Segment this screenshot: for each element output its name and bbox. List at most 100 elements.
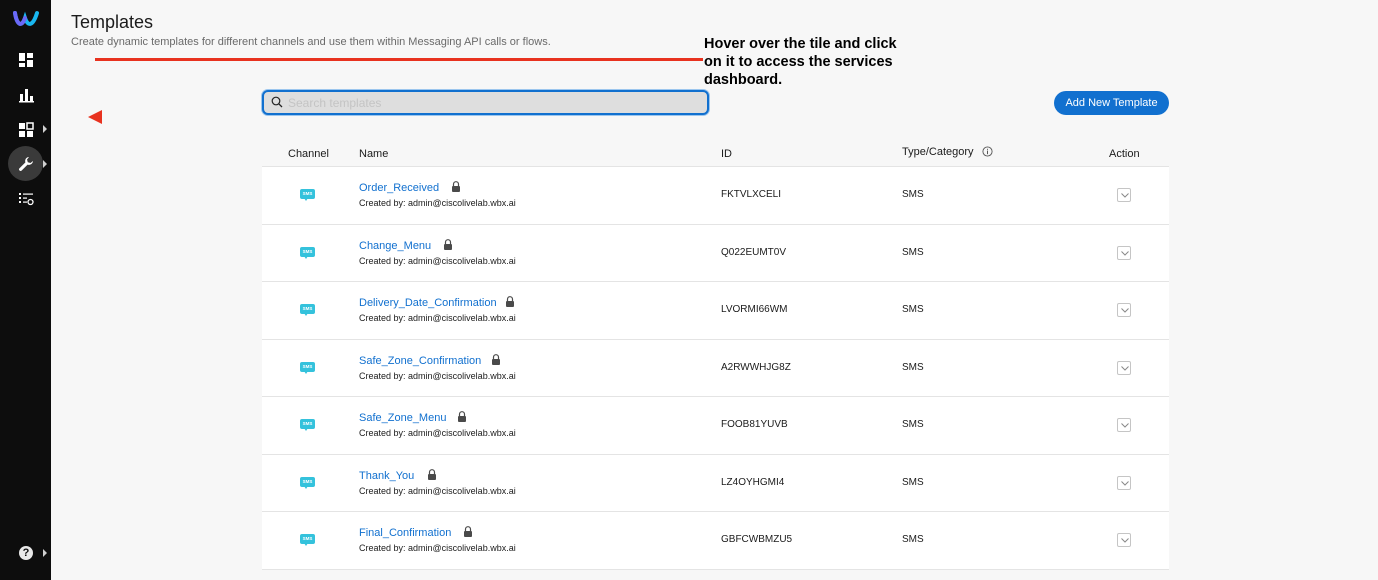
help-icon[interactable]: ? <box>19 546 33 560</box>
lock-icon <box>506 296 514 307</box>
created-by-text: Created by: admin@ciscolivelab.wbx.ai <box>359 485 516 496</box>
annotation-text: Hover over the tile and click on it to a… <box>704 36 897 88</box>
action-dropdown-button[interactable] <box>1117 418 1131 432</box>
created-by-text: Created by: admin@ciscolivelab.wbx.ai <box>359 255 516 266</box>
table-row: SMS Final_Confirmation Created by: admin… <box>262 512 1169 570</box>
table-row: SMS Thank_You Created by: admin@ciscoliv… <box>262 454 1169 512</box>
template-name-link[interactable]: Delivery_Date_Confirmation <box>359 297 497 309</box>
template-name-link[interactable]: Final_Confirmation <box>359 527 451 539</box>
chevron-down-icon <box>1121 480 1129 486</box>
search-box[interactable] <box>262 90 709 115</box>
created-by-text: Created by: admin@ciscolivelab.wbx.ai <box>359 428 516 438</box>
table-row: SMS Change_Menu Created by: admin@ciscol… <box>262 224 1169 282</box>
table-row: SMS Order_Received Created by: admin@cis… <box>262 167 1169 225</box>
template-id: LVORMI66WM <box>721 304 788 315</box>
annotation-arrow-head <box>88 110 102 124</box>
page-subtitle: Create dynamic templates for different c… <box>71 36 551 48</box>
sms-channel-icon: SMS <box>300 534 315 546</box>
list-icon <box>18 192 34 205</box>
template-id: GBFCWBMZU5 <box>721 534 793 545</box>
analytics-icon <box>18 88 34 102</box>
sms-channel-icon: SMS <box>300 304 315 316</box>
template-name-link[interactable]: Order_Received <box>359 182 439 194</box>
template-type: SMS <box>902 534 924 545</box>
action-dropdown-button[interactable] <box>1117 245 1131 260</box>
created-by-text: Created by: admin@ciscolivelab.wbx.ai <box>359 370 516 381</box>
sidebar-item-analytics[interactable] <box>8 77 43 112</box>
header-action: Action <box>1109 148 1140 160</box>
search-input[interactable] <box>288 94 688 111</box>
header-channel: Channel <box>288 148 329 160</box>
chevron-down-icon <box>1121 250 1129 256</box>
action-dropdown-button[interactable] <box>1117 475 1131 490</box>
chevron-down-icon <box>1121 365 1129 371</box>
template-id: Q022EUMT0V <box>721 246 787 258</box>
webex-logo-icon <box>13 11 39 26</box>
sms-channel-icon: SMS <box>300 419 315 431</box>
table-row: SMS Delivery_Date_Confirmation Created b… <box>262 282 1169 340</box>
sms-bubble-tail <box>304 255 308 259</box>
sms-bubble-tail <box>304 198 308 201</box>
template-id: A2RWWHJG8Z <box>721 361 791 373</box>
table-row: SMS Safe_Zone_Confirmation Created by: a… <box>262 339 1169 397</box>
template-type: SMS <box>902 246 924 258</box>
sms-channel-icon: SMS <box>300 361 315 374</box>
sms-bubble-tail <box>304 370 308 374</box>
sidebar-item-services-dashboard[interactable] <box>8 42 43 77</box>
help-expand-caret-icon[interactable] <box>43 549 47 557</box>
lock-icon <box>492 353 500 365</box>
wrench-icon <box>18 156 33 171</box>
header-id: ID <box>721 148 732 160</box>
template-id: LZ4OYHGMI4 <box>721 476 785 488</box>
template-name-link[interactable]: Safe_Zone_Menu <box>359 412 446 424</box>
template-name-link[interactable]: Thank_You <box>359 470 414 482</box>
lock-icon <box>464 526 472 537</box>
action-dropdown-button[interactable] <box>1117 188 1131 202</box>
header-type: Type/Category <box>902 146 974 158</box>
add-new-template-button[interactable]: Add New Template <box>1054 91 1169 115</box>
template-name-link[interactable]: Safe_Zone_Confirmation <box>359 355 481 367</box>
apps-expand-caret-icon[interactable] <box>43 125 47 133</box>
sidebar-item-logs[interactable] <box>8 181 43 216</box>
sidebar-item-apps[interactable] <box>8 112 43 147</box>
apps-icon <box>18 121 34 137</box>
search-icon <box>271 96 283 108</box>
sidebar: ? <box>0 0 51 580</box>
sms-channel-icon: SMS <box>300 246 315 259</box>
sms-bubble-tail <box>304 485 308 489</box>
sms-channel-icon: SMS <box>300 476 315 489</box>
lock-icon <box>428 468 436 480</box>
template-name-link[interactable]: Change_Menu <box>359 240 431 252</box>
info-icon[interactable] <box>982 146 993 157</box>
created-by-text: Created by: admin@ciscolivelab.wbx.ai <box>359 198 516 208</box>
template-type: SMS <box>902 419 924 430</box>
table-row: SMS Safe_Zone_Menu Created by: admin@cis… <box>262 397 1169 455</box>
template-type: SMS <box>902 189 924 200</box>
templates-table: Channel Name ID Type/Category Action SMS… <box>262 140 1169 570</box>
table-body: SMS Order_Received Created by: admin@cis… <box>262 167 1169 570</box>
header-name: Name <box>359 148 389 160</box>
tools-expand-caret-icon[interactable] <box>43 160 47 168</box>
chevron-down-icon <box>1121 538 1129 543</box>
action-dropdown-button[interactable] <box>1117 533 1131 547</box>
created-by-text: Created by: admin@ciscolivelab.wbx.ai <box>359 313 516 323</box>
main-content: Templates Create dynamic templates for d… <box>51 0 1378 580</box>
table-header: Channel Name ID Type/Category Action <box>262 140 1169 167</box>
dashboard-tiles-icon <box>18 52 33 67</box>
template-type: SMS <box>902 361 924 373</box>
lock-icon <box>444 238 452 250</box>
page-title: Templates <box>71 12 154 32</box>
action-dropdown-button[interactable] <box>1117 303 1131 317</box>
sms-channel-icon: SMS <box>300 189 315 201</box>
sms-bubble-tail <box>304 543 308 546</box>
annotation-arrow <box>88 58 703 124</box>
template-type: SMS <box>902 304 924 315</box>
sms-bubble-tail <box>304 428 308 431</box>
sidebar-item-tools[interactable] <box>8 146 43 181</box>
chevron-down-icon <box>1121 423 1129 428</box>
sms-bubble-tail <box>304 313 308 316</box>
template-id: FOOB81YUVB <box>721 419 788 430</box>
lock-icon <box>458 411 466 422</box>
chevron-down-icon <box>1121 193 1129 198</box>
action-dropdown-button[interactable] <box>1117 360 1131 375</box>
